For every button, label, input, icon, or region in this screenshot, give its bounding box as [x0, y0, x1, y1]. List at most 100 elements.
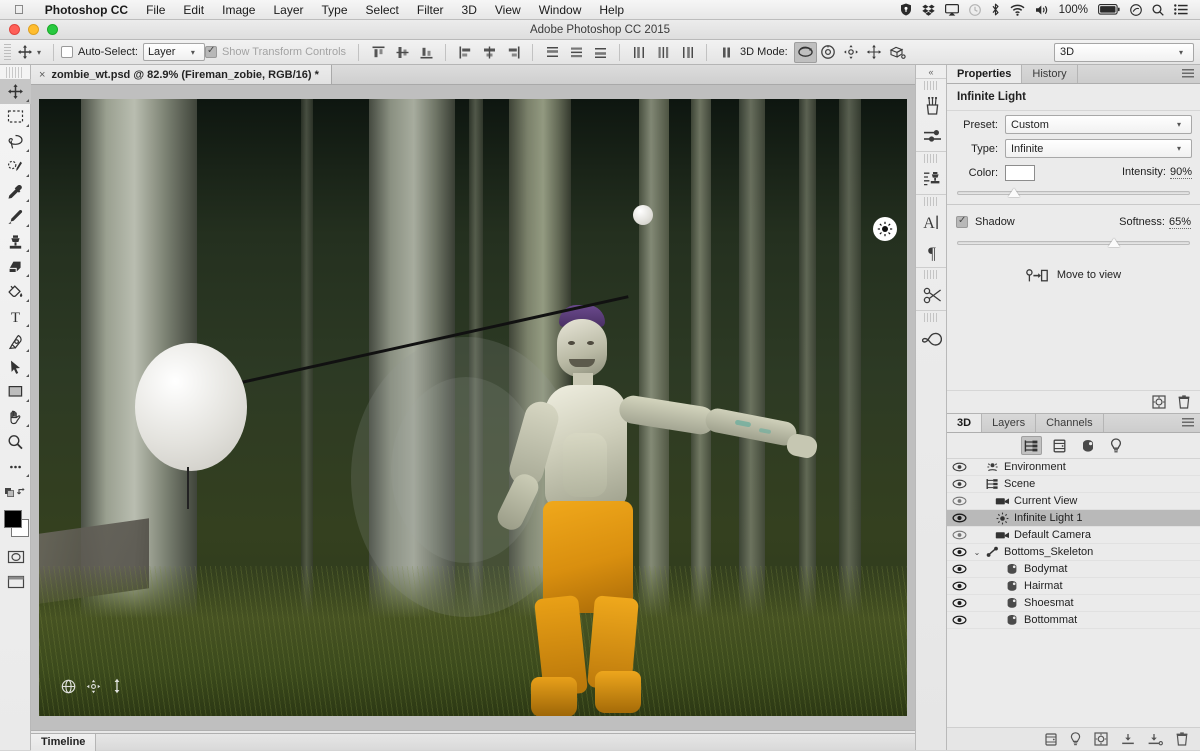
- workspace-switcher-dropdown[interactable]: 3D ▾: [1054, 43, 1194, 62]
- tree-item-current-view[interactable]: Current View: [947, 493, 1200, 510]
- 3d-pan-tool-button[interactable]: [840, 42, 863, 63]
- add-light-icon[interactable]: [1152, 395, 1166, 409]
- quick-selection-tool[interactable]: [0, 154, 31, 179]
- menu-item-layer[interactable]: Layer: [264, 3, 312, 17]
- lasso-tool[interactable]: [0, 129, 31, 154]
- tree-item-bodymat[interactable]: Bodymat: [947, 561, 1200, 578]
- timemachine-icon[interactable]: [969, 4, 981, 16]
- auto-select-checkbox[interactable]: [61, 46, 73, 58]
- tab-channels[interactable]: Channels: [1036, 414, 1103, 432]
- 3d-rotate-tool-button[interactable]: [794, 42, 817, 63]
- distribute-vertical-centers-button[interactable]: [564, 42, 588, 62]
- infinite-light-target-sphere[interactable]: [633, 205, 653, 225]
- collapse-panels-button[interactable]: «: [916, 65, 946, 78]
- close-icon[interactable]: ×: [39, 69, 45, 81]
- slider-knob[interactable]: [1108, 238, 1120, 247]
- rectangular-marquee-tool[interactable]: [0, 104, 31, 129]
- rectangle-tool[interactable]: [0, 379, 31, 404]
- 3d-scale-tool-button[interactable]: [886, 42, 909, 63]
- visibility-toggle-icon[interactable]: [947, 615, 971, 625]
- tree-item-default-camera[interactable]: Default Camera: [947, 527, 1200, 544]
- type-tool[interactable]: T: [0, 304, 31, 329]
- distribute-top-edges-button[interactable]: [540, 42, 564, 62]
- align-horizontal-centers-button[interactable]: [477, 42, 501, 62]
- delete-icon[interactable]: [1178, 395, 1190, 409]
- tree-item-scene[interactable]: Scene: [947, 476, 1200, 493]
- 3d-axis-widget[interactable]: [61, 678, 123, 694]
- panel-menu-icon[interactable]: [1182, 69, 1194, 79]
- move-to-view-button[interactable]: Move to view: [947, 260, 1200, 290]
- volume-icon[interactable]: [1035, 4, 1049, 16]
- menu-item-view[interactable]: View: [486, 3, 530, 17]
- menu-item-filter[interactable]: Filter: [408, 3, 453, 17]
- filter-meshes-icon[interactable]: [1049, 436, 1070, 455]
- distribute-right-edges-button[interactable]: [675, 42, 699, 62]
- slider-knob[interactable]: [1008, 188, 1020, 197]
- add-light-icon[interactable]: [1070, 732, 1081, 746]
- spotlight-icon[interactable]: [1152, 4, 1164, 16]
- color-swatches[interactable]: [0, 508, 31, 544]
- menu-item-help[interactable]: Help: [590, 3, 633, 17]
- brush-tool[interactable]: [0, 204, 31, 229]
- menu-item-window[interactable]: Window: [530, 3, 591, 17]
- eyedropper-tool[interactable]: [0, 179, 31, 204]
- intensity-slider[interactable]: [957, 186, 1190, 200]
- auto-select-scope-dropdown[interactable]: Layer ▾: [143, 43, 205, 61]
- visibility-toggle-icon[interactable]: [947, 581, 971, 591]
- auto-align-layers-button[interactable]: [714, 42, 738, 62]
- default-colors-and-swap[interactable]: [0, 479, 31, 504]
- visibility-toggle-icon[interactable]: [947, 530, 971, 540]
- menu-item-photoshop[interactable]: Photoshop CC: [36, 3, 137, 17]
- hand-tool[interactable]: [0, 404, 31, 429]
- adjustments-icon[interactable]: [916, 280, 948, 310]
- notification-center-icon[interactable]: [1174, 4, 1188, 15]
- visibility-toggle-icon[interactable]: [947, 479, 971, 489]
- visibility-toggle-icon[interactable]: [947, 513, 971, 523]
- flux-icon[interactable]: [1130, 4, 1142, 16]
- shield-icon[interactable]: [900, 3, 912, 16]
- canvas-viewport[interactable]: [31, 85, 915, 730]
- menu-item-3d[interactable]: 3D: [453, 3, 486, 17]
- bluetooth-icon[interactable]: [991, 3, 1000, 16]
- align-top-edges-button[interactable]: [366, 42, 390, 62]
- infinite-light-handle-sphere[interactable]: [135, 343, 247, 471]
- visibility-toggle-icon[interactable]: [947, 462, 971, 472]
- dock-group-grip[interactable]: [924, 313, 938, 322]
- distribute-left-edges-button[interactable]: [627, 42, 651, 62]
- filter-materials-icon[interactable]: [1077, 436, 1098, 455]
- dock-group-grip[interactable]: [924, 197, 938, 206]
- pen-tool[interactable]: [0, 329, 31, 354]
- tab-history[interactable]: History: [1022, 65, 1077, 83]
- tools-panel-grip[interactable]: [6, 67, 24, 78]
- airplay-icon[interactable]: [945, 4, 959, 16]
- distribute-bottom-edges-button[interactable]: [588, 42, 612, 62]
- menu-item-edit[interactable]: Edit: [174, 3, 213, 17]
- add-point-light-icon[interactable]: [1121, 733, 1135, 746]
- visibility-toggle-icon[interactable]: [947, 496, 971, 506]
- cc-libraries-icon[interactable]: [916, 323, 948, 353]
- preset-dropdown[interactable]: Custom ▾: [1005, 115, 1192, 134]
- move-tool[interactable]: [0, 79, 31, 104]
- infinite-light-widget-icon[interactable]: [873, 217, 897, 241]
- twisty-expanded[interactable]: ⌄: [971, 548, 983, 557]
- path-selection-tool[interactable]: [0, 354, 31, 379]
- menu-item-select[interactable]: Select: [357, 3, 408, 17]
- image-canvas[interactable]: [39, 99, 907, 716]
- tree-item-bottommat[interactable]: Bottommat: [947, 612, 1200, 629]
- eraser-tool[interactable]: [0, 254, 31, 279]
- tree-item-environment[interactable]: Environment: [947, 459, 1200, 476]
- tree-item-hairmat[interactable]: Hairmat: [947, 578, 1200, 595]
- dock-group-grip[interactable]: [924, 270, 938, 279]
- tab-timeline[interactable]: Timeline: [31, 734, 96, 751]
- paragraph-icon[interactable]: ¶: [916, 237, 948, 267]
- panel-menu-icon[interactable]: [1182, 418, 1194, 428]
- light-type-dropdown[interactable]: Infinite ▾: [1005, 139, 1192, 158]
- dock-group-grip[interactable]: [924, 81, 938, 90]
- tree-item-bottoms-skeleton[interactable]: ⌄ Bottoms_Skeleton: [947, 544, 1200, 561]
- filter-scene-icon[interactable]: [1021, 436, 1042, 455]
- options-bar-grip[interactable]: [4, 44, 11, 61]
- battery-icon[interactable]: [1098, 4, 1120, 15]
- visibility-toggle-icon[interactable]: [947, 547, 971, 557]
- filter-lights-icon[interactable]: [1105, 436, 1126, 455]
- document-tab[interactable]: × zombie_wt.psd @ 82.9% (Fireman_zobie, …: [31, 65, 332, 84]
